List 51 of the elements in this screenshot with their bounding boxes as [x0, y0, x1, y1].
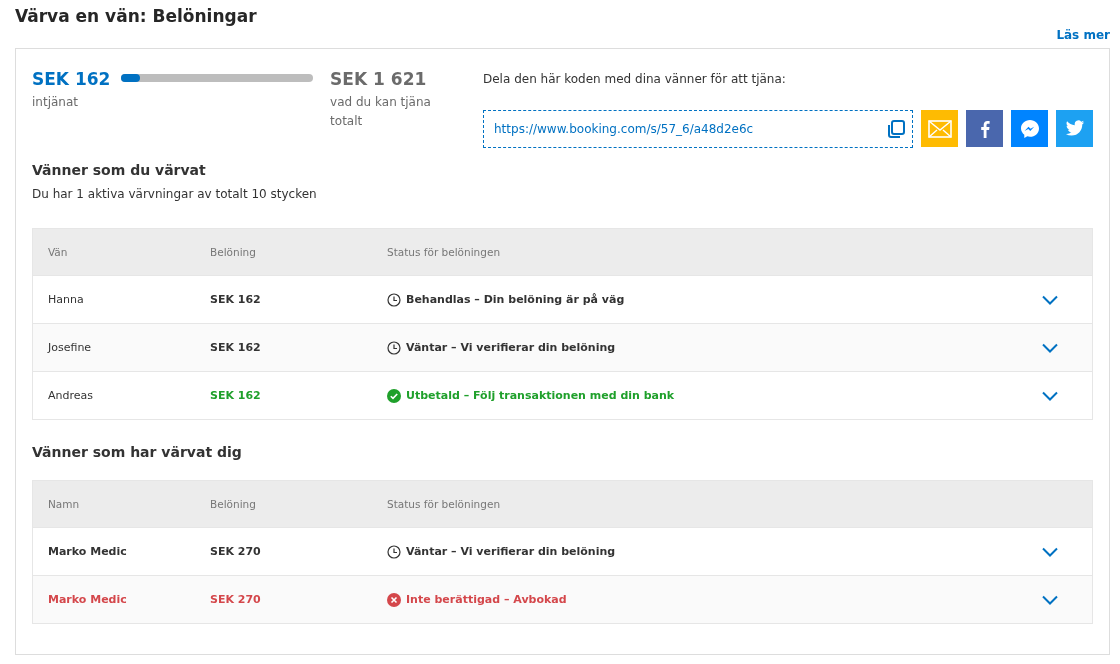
section-subtitle: Du har 1 aktiva värvningar av totalt 10 stycken	[32, 186, 318, 204]
status-text: Utbetald – Följ transaktionen med din bank	[406, 387, 675, 404]
column-header: Namn	[47, 496, 81, 512]
clock-icon	[387, 340, 401, 355]
earned-label: intjänat	[32, 93, 79, 111]
column-header: Belöning	[210, 244, 257, 260]
chevron-down-icon[interactable]	[1042, 546, 1058, 557]
earned-amount: SEK 162	[32, 68, 112, 92]
share-prompt: Dela den här koden med dina vänner för att tjäna:	[483, 71, 787, 89]
messenger-icon	[1019, 118, 1040, 139]
envelope-icon	[927, 119, 952, 138]
bird-icon	[1064, 120, 1085, 138]
page-title: Värva en vän: Belöningar	[15, 6, 257, 27]
facebook-icon	[979, 119, 990, 138]
read-more-link[interactable]: Läs mer	[1056, 26, 1110, 45]
column-header: Belöning	[210, 496, 257, 512]
table-cell-text: SEK 162	[210, 339, 262, 356]
table-cell-text: Marko Medic	[47, 543, 128, 560]
table-cell-text: Hanna	[47, 291, 85, 308]
chevron-down-icon[interactable]	[1042, 342, 1058, 353]
table-cell-text: SEK 162	[210, 387, 262, 404]
section-heading: Vänner som du värvat	[32, 161, 207, 181]
column-header: Status för belöningen	[387, 244, 502, 260]
chevron-down-icon[interactable]	[1042, 390, 1058, 401]
twitter-button[interactable]	[1056, 110, 1093, 148]
table-cell-text: Andreas	[47, 387, 94, 404]
messenger-button[interactable]	[1011, 110, 1048, 148]
status-text: Väntar – Vi verifierar din belöning	[406, 339, 616, 356]
status-text: Väntar – Vi verifierar din belöning	[406, 543, 616, 560]
share-link: https://www.booking.com/s/57_6/a48d2e6c	[494, 121, 754, 139]
table-cell-text: Marko Medic	[47, 591, 128, 608]
clock-icon	[387, 292, 401, 307]
total-label: vad du kan tjäna totalt	[330, 93, 432, 130]
copy-icon[interactable]	[886, 119, 906, 140]
table-cell-text: SEK 270	[210, 543, 262, 560]
facebook-button[interactable]	[966, 110, 1003, 148]
total-amount: SEK 1 621	[330, 68, 428, 92]
table-cell-text: SEK 162	[210, 291, 262, 308]
table-cell-text: SEK 270	[210, 591, 262, 608]
column-header: Status för belöningen	[387, 496, 502, 512]
cross-circle-icon	[387, 592, 401, 607]
share-link-field[interactable]: https://www.booking.com/s/57_6/a48d2e6c	[483, 110, 913, 149]
section-heading: Vänner som har värvat dig	[32, 443, 243, 463]
check-circle-icon	[387, 388, 401, 403]
table-cell-text: Josefine	[46, 339, 93, 356]
clock-icon	[387, 544, 401, 559]
status-text: Behandlas – Din belöning är på väg	[406, 291, 625, 308]
chevron-down-icon[interactable]	[1042, 594, 1058, 605]
chevron-down-icon[interactable]	[1042, 294, 1058, 305]
status-text: Inte berättigad – Avbokad	[406, 591, 567, 608]
column-header: Vän	[47, 244, 69, 260]
